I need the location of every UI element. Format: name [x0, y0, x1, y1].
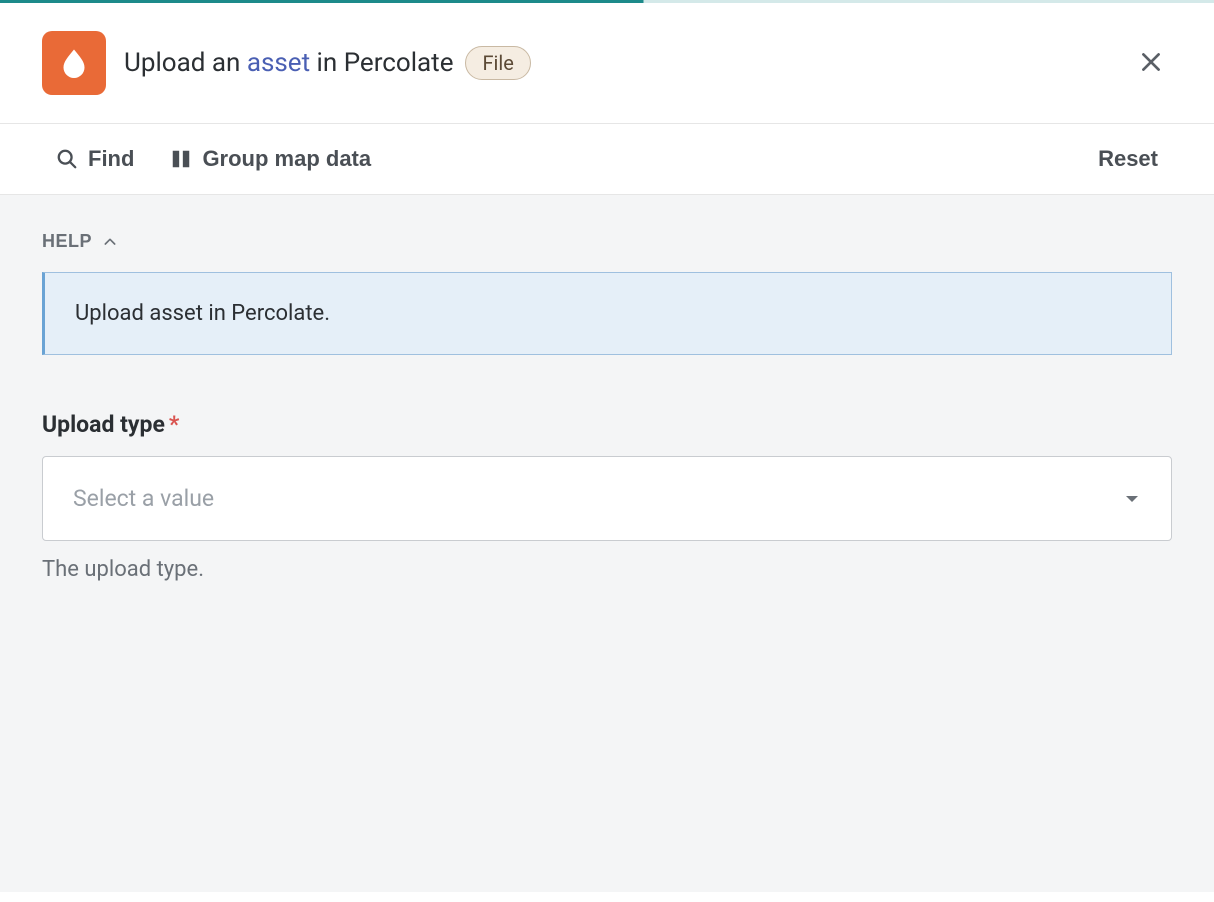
upload-type-select[interactable]: Select a value	[42, 456, 1172, 541]
close-icon	[1138, 49, 1164, 75]
find-label: Find	[88, 146, 134, 172]
toolbar: Find Group map data Reset	[0, 124, 1214, 195]
content-area: HELP Upload asset in Percolate. Upload t…	[0, 195, 1214, 892]
title-asset-link[interactable]: asset	[247, 48, 310, 78]
help-box: Upload asset in Percolate.	[42, 272, 1172, 355]
upload-type-label: Upload type*	[42, 411, 1172, 438]
required-indicator: *	[169, 411, 179, 438]
title-prefix: Upload an	[124, 48, 247, 78]
page-title: Upload an asset in Percolate File	[124, 46, 531, 80]
group-icon	[170, 148, 192, 170]
title-suffix: in Percolate	[310, 48, 453, 78]
upload-type-help-text: The upload type.	[42, 557, 1172, 582]
close-button[interactable]	[1130, 41, 1172, 86]
reset-button[interactable]: Reset	[1098, 146, 1158, 172]
help-section-label: HELP	[42, 231, 92, 252]
toolbar-left: Find Group map data	[56, 146, 371, 172]
find-button[interactable]: Find	[56, 146, 134, 172]
percolate-app-icon	[42, 31, 106, 95]
file-badge: File	[465, 46, 530, 80]
search-icon	[56, 148, 78, 170]
header-left: Upload an asset in Percolate File	[42, 31, 531, 95]
help-text: Upload asset in Percolate.	[75, 301, 330, 326]
group-label: Group map data	[202, 146, 371, 172]
chevron-down-icon	[1123, 490, 1141, 508]
chevron-up-icon	[102, 234, 118, 250]
group-map-data-button[interactable]: Group map data	[170, 146, 371, 172]
header: Upload an asset in Percolate File	[0, 3, 1214, 124]
select-placeholder: Select a value	[73, 485, 214, 512]
help-section-toggle[interactable]: HELP	[42, 231, 118, 252]
